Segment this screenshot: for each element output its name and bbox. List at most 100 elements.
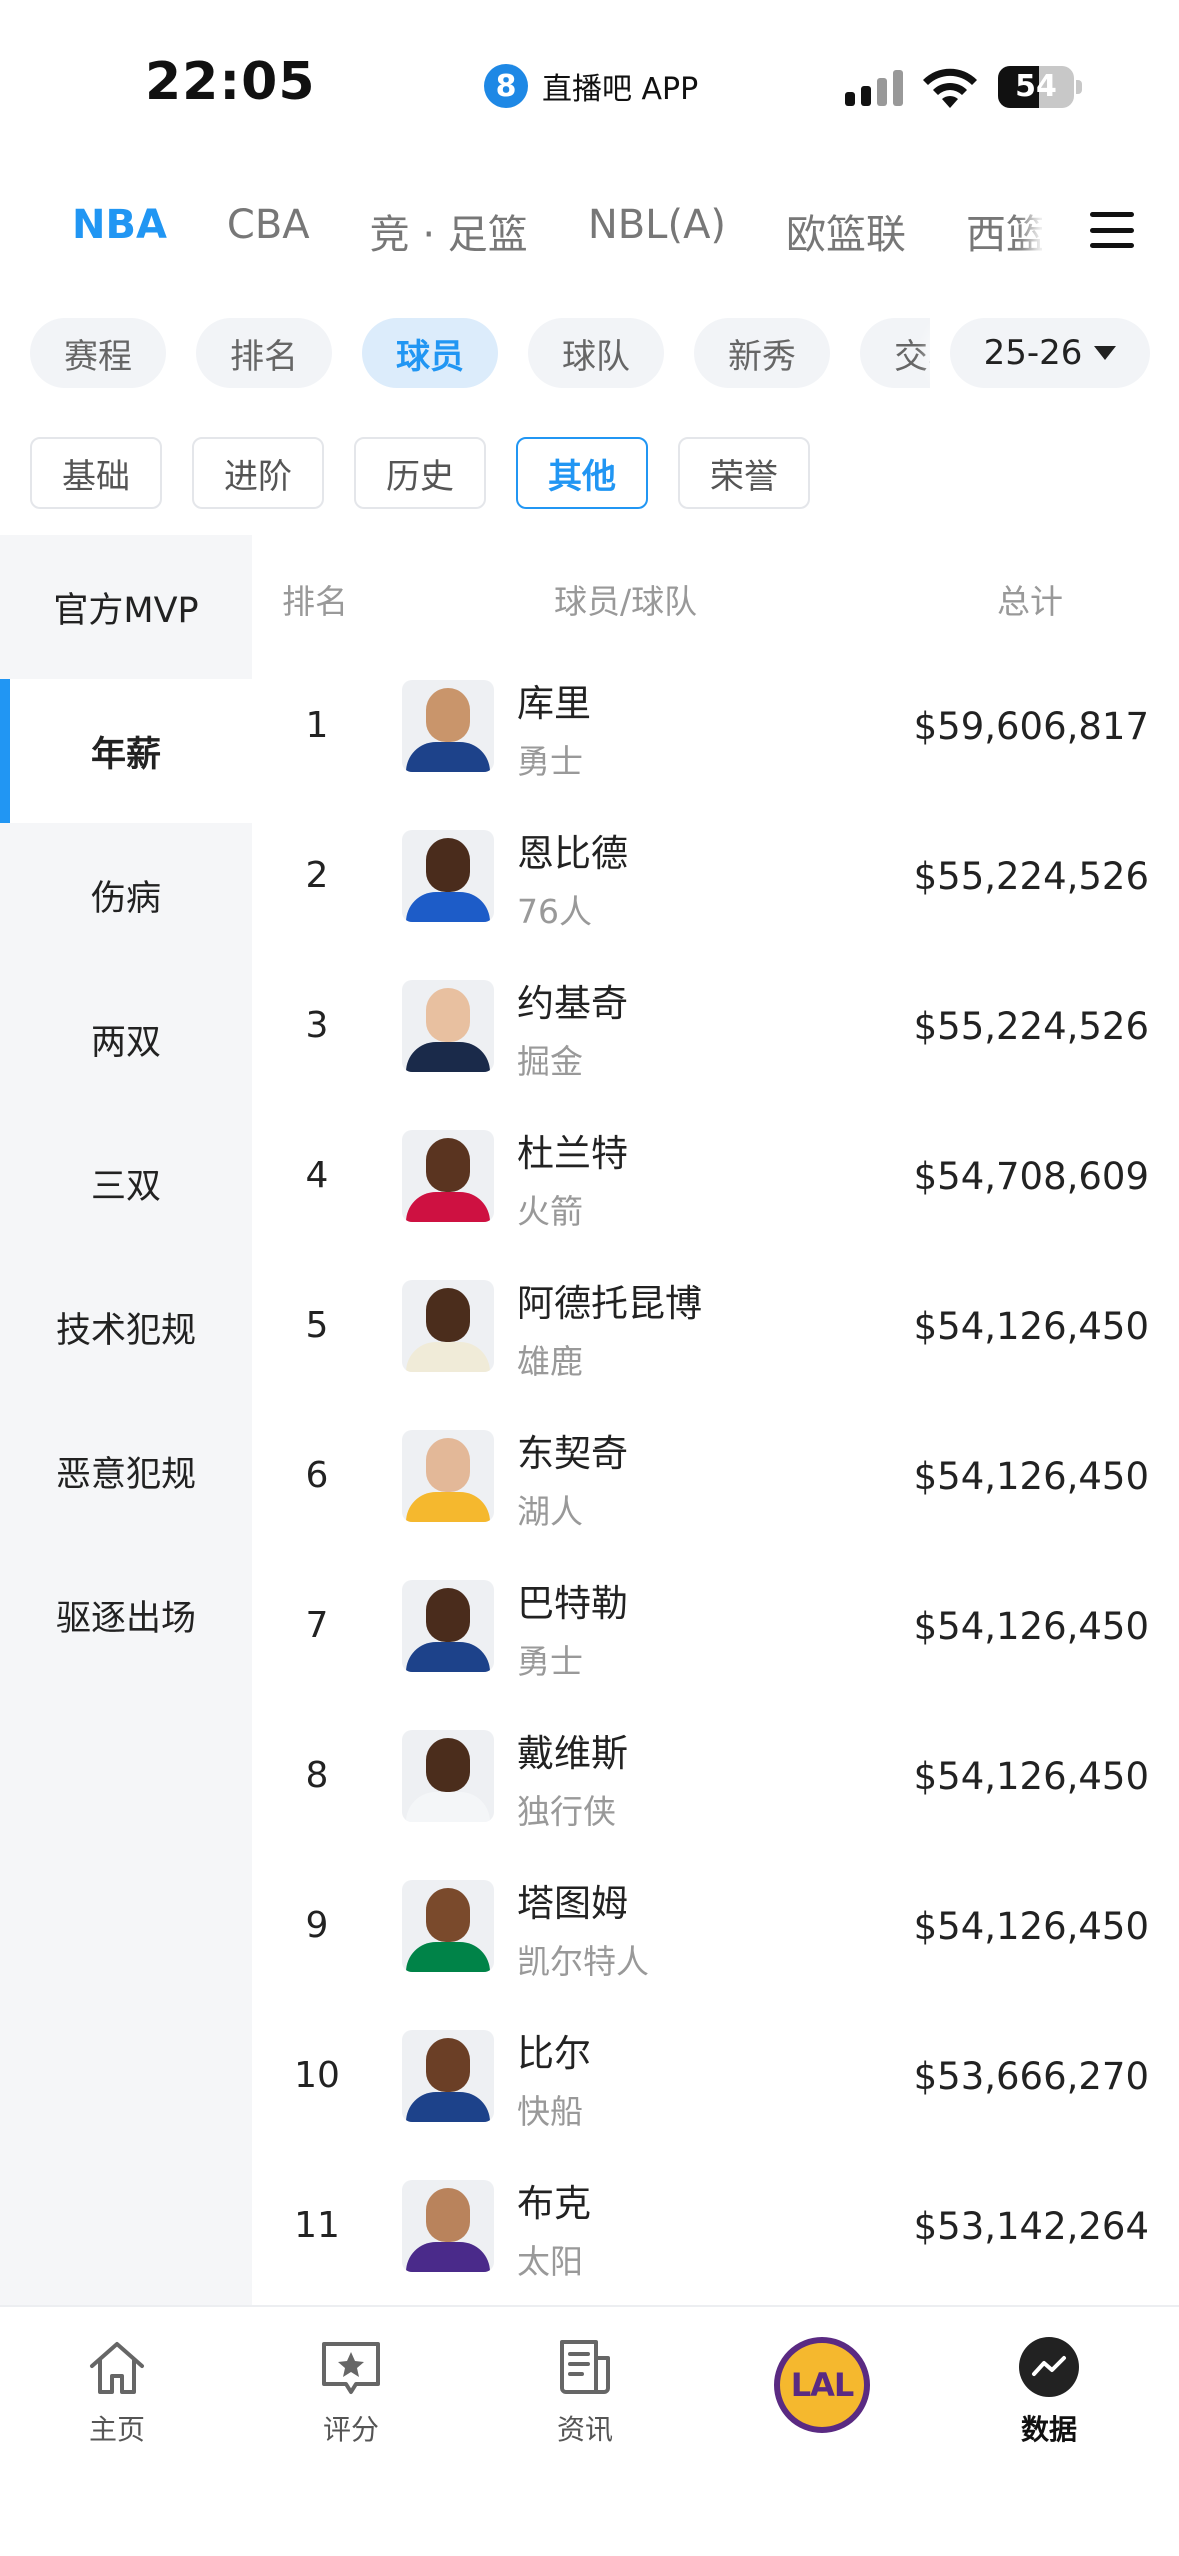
sidebar-item[interactable]: 伤病 [0, 823, 252, 967]
player-name[interactable]: 阿德托昆博 [517, 1273, 702, 1327]
sidebar-item[interactable]: 驱逐出场 [0, 1543, 252, 1687]
player-name[interactable]: 塔图姆 [517, 1873, 628, 1927]
team-name: 勇士 [517, 1642, 583, 1681]
salary-value: $54,708,609 [913, 1155, 1149, 1198]
menu-button[interactable] [1044, 180, 1179, 280]
table-row[interactable]: 9 塔图姆 凯尔特人 $54,126,450 [252, 1855, 1179, 2005]
league-tab[interactable]: 竞 · 足篮 [370, 202, 528, 260]
table-row[interactable]: 11 布克太阳 $53,142,264 [252, 2155, 1179, 2305]
header-rank: 排名 [282, 582, 348, 621]
player-name[interactable]: 东契奇 [517, 1423, 628, 1477]
category-pill[interactable]: 赛程 [30, 318, 166, 388]
sub-tab[interactable]: 荣誉 [678, 437, 810, 509]
team-name: 太阳 [517, 2242, 583, 2281]
table-header: 排名 球员/球队 总计 [252, 535, 1179, 655]
salary-value: $54,126,450 [913, 1905, 1149, 1948]
table-body: 1 库里 勇士 $59,606,817 2 恩比德 76人 $55,224,526 3 约基奇 掘金… [252, 655, 1179, 2305]
player-name[interactable]: 戴维斯 [517, 1723, 628, 1777]
team-name: 76人 [517, 892, 592, 931]
player-name[interactable]: 巴特勒 [517, 1573, 628, 1627]
category-pill[interactable]: 球员 [362, 318, 498, 388]
sub-tab[interactable]: 进阶 [192, 437, 324, 509]
sidebar-item[interactable]: 恶意犯规 [0, 1399, 252, 1543]
player-name[interactable]: 库里 [517, 673, 591, 727]
player-avatar [402, 1130, 494, 1222]
avatar-jersey [406, 1942, 490, 1972]
category-pill[interactable]: 新秀 [694, 318, 830, 388]
league-tab-list[interactable]: NBA CBA 竞 · 足篮 NBL(A) 欧篮联 西篮联 [72, 202, 1042, 260]
table-row[interactable]: 1 库里 勇士 $59,606,817 [252, 655, 1179, 805]
row-rank: 6 [305, 1455, 329, 1496]
category-list[interactable]: 赛程排名球员球队新秀交易 [30, 318, 930, 390]
tab-data-chart[interactable]: 数据 [979, 2332, 1119, 2462]
status-time: 22:05 [145, 52, 316, 112]
lakers-logo-icon[interactable]: LAL [774, 2337, 870, 2433]
avatar-head [426, 988, 470, 1042]
app-logo-icon: 8 [484, 64, 528, 108]
tab-rating-star[interactable]: 评分 [281, 2332, 421, 2462]
salary-value: $55,224,526 [913, 855, 1149, 898]
sidebar-item[interactable]: 三双 [0, 1111, 252, 1255]
sub-tab[interactable]: 基础 [30, 437, 162, 509]
avatar-head [426, 1438, 470, 1492]
player-name[interactable]: 约基奇 [517, 973, 628, 1027]
header-total[interactable]: 总计 [997, 575, 1063, 623]
sub-tab[interactable]: 历史 [354, 437, 486, 509]
avatar-jersey [406, 2092, 490, 2122]
sidebar-item[interactable]: 官方MVP [0, 535, 252, 679]
league-tab[interactable]: NBA [72, 202, 167, 260]
row-rank: 1 [305, 705, 329, 746]
league-tabs: NBA CBA 竞 · 足篮 NBL(A) 欧篮联 西篮联 [0, 180, 1179, 280]
season-selector[interactable]: 25-26 [950, 318, 1150, 388]
category-pill[interactable]: 交易 [860, 318, 930, 388]
avatar-jersey [406, 742, 490, 772]
salary-value: $55,224,526 [913, 1005, 1149, 1048]
table-row[interactable]: 5 阿德托昆博 雄鹿 $54,126,450 [252, 1255, 1179, 1405]
league-tab[interactable]: 欧篮联 [786, 202, 906, 260]
player-name[interactable]: 杜兰特 [517, 1123, 628, 1177]
avatar-jersey [406, 892, 490, 922]
data-chart-icon [1014, 2332, 1084, 2402]
sub-tab[interactable]: 其他 [516, 437, 648, 509]
table-row[interactable]: 10 比尔 快船 $53,666,270 [252, 2005, 1179, 2155]
tab-news[interactable]: 资讯 [515, 2332, 655, 2462]
row-rank: 10 [294, 2055, 340, 2096]
avatar-head [426, 688, 470, 742]
player-name[interactable]: 布克 [517, 2173, 591, 2227]
sidebar-item[interactable]: 年薪 [0, 679, 252, 823]
battery-cap [1076, 80, 1082, 94]
league-tab[interactable]: 西篮联 [966, 202, 1042, 260]
table-row[interactable]: 7 巴特勒 勇士 $54,126,450 [252, 1555, 1179, 1705]
sidebar-item[interactable]: 两双 [0, 967, 252, 1111]
table-row[interactable]: 2 恩比德 76人 $55,224,526 [252, 805, 1179, 955]
news-icon [550, 2332, 620, 2402]
sub-tab-list: 基础 进阶 历史 其他 荣誉 [30, 437, 810, 509]
table-row[interactable]: 4 杜兰特 火箭 $54,708,609 [252, 1105, 1179, 1255]
category-pill[interactable]: 球队 [528, 318, 664, 388]
rating-star-icon [316, 2332, 386, 2402]
salary-value: $53,142,264 [913, 2205, 1149, 2248]
table-row[interactable]: 3 约基奇 掘金 $55,224,526 [252, 955, 1179, 1105]
avatar-jersey [406, 1042, 490, 1072]
player-avatar [402, 2180, 494, 2272]
team-name: 勇士 [517, 742, 583, 781]
wifi-icon [923, 68, 977, 108]
category-pill[interactable]: 排名 [196, 318, 332, 388]
player-name[interactable]: 比尔 [517, 2023, 591, 2077]
tab-label: 资讯 [556, 2413, 613, 2446]
player-name[interactable]: 恩比德 [517, 823, 628, 877]
league-tab[interactable]: NBL(A) [588, 202, 726, 260]
row-rank: 11 [294, 2205, 340, 2246]
row-rank: 8 [305, 1755, 329, 1796]
player-avatar [402, 680, 494, 772]
row-rank: 3 [305, 1005, 329, 1046]
table-row[interactable]: 6 东契奇 湖人 $54,126,450 [252, 1405, 1179, 1555]
sidebar-item[interactable]: 技术犯规 [0, 1255, 252, 1399]
league-tab[interactable]: CBA [227, 202, 310, 260]
avatar-head [426, 838, 470, 892]
app-indicator: 8 直播吧 APP [484, 64, 698, 108]
player-avatar [402, 830, 494, 922]
tab-home[interactable]: 主页 [47, 2332, 187, 2462]
table-row[interactable]: 8 戴维斯 独行侠 $54,126,450 [252, 1705, 1179, 1855]
category-row: 赛程排名球员球队新秀交易 25-26 [0, 318, 1179, 390]
